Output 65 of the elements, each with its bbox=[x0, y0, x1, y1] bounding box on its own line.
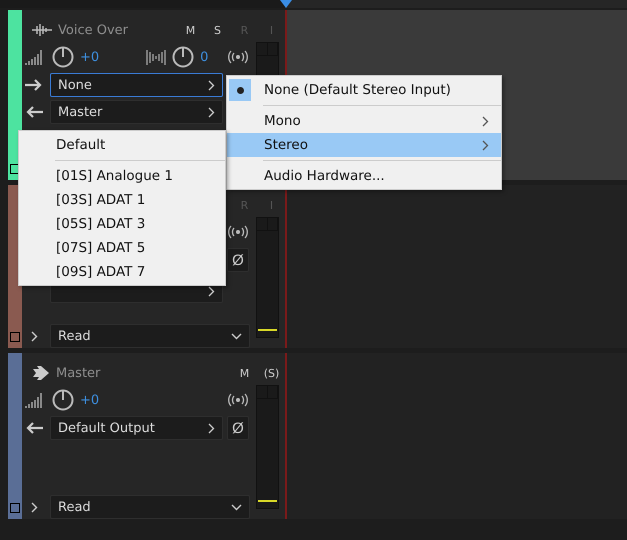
broadcast-icon[interactable] bbox=[228, 50, 248, 64]
knob-icon[interactable] bbox=[52, 389, 74, 411]
automation-dropdown[interactable]: Read bbox=[50, 495, 250, 519]
menu-item-label: [05S] ADAT 3 bbox=[56, 216, 146, 232]
chevron-icon bbox=[208, 80, 215, 90]
volume-icon bbox=[24, 392, 44, 408]
knob-icon[interactable] bbox=[172, 46, 194, 68]
menu-item-label: [09S] ADAT 7 bbox=[56, 264, 146, 280]
chevron-icon bbox=[482, 140, 489, 150]
track-name: Voice Over bbox=[58, 22, 129, 38]
toggle-button[interactable]: S bbox=[204, 24, 231, 36]
pan-icon bbox=[146, 48, 166, 66]
volume-value[interactable]: +0 bbox=[80, 392, 100, 408]
phase-button[interactable]: Ø bbox=[227, 416, 249, 440]
arrow-icon bbox=[32, 365, 50, 381]
playhead-marker-icon[interactable] bbox=[280, 0, 292, 8]
menu-item[interactable]: Audio Hardware... bbox=[227, 164, 501, 188]
menu-item-label: [01S] Analogue 1 bbox=[56, 168, 173, 184]
knob-icon[interactable] bbox=[52, 46, 74, 68]
automation-value: Read bbox=[58, 328, 91, 344]
broadcast-icon[interactable] bbox=[228, 393, 248, 407]
toggle-button[interactable]: (S) bbox=[258, 366, 285, 380]
menu-item[interactable]: Stereo bbox=[227, 133, 501, 157]
toggle-button[interactable]: M bbox=[177, 24, 204, 36]
menu-item[interactable]: Mono bbox=[227, 109, 501, 133]
arrow-left-icon bbox=[25, 422, 43, 434]
chevron-icon bbox=[208, 106, 215, 118]
chevron-icon bbox=[208, 422, 215, 434]
menu-item-label: [03S] ADAT 1 bbox=[56, 192, 146, 208]
menu-item[interactable]: None (Default Stereo Input) bbox=[227, 78, 501, 102]
track-name: Master bbox=[56, 366, 102, 380]
chevron-down-icon bbox=[231, 332, 242, 340]
arrow-left-icon bbox=[25, 106, 43, 118]
menu-item-label: None (Default Stereo Input) bbox=[264, 82, 451, 98]
menu-item[interactable]: [05S] ADAT 3 bbox=[19, 212, 225, 236]
chevron-down-icon bbox=[231, 504, 242, 510]
menu-item[interactable]: Default bbox=[19, 133, 225, 157]
menu-item-label: Audio Hardware... bbox=[264, 168, 385, 184]
pan-value[interactable]: 0 bbox=[200, 50, 208, 64]
arrow-right-icon bbox=[25, 79, 43, 91]
menu-item-label: Stereo bbox=[264, 137, 308, 153]
menu-item[interactable]: [09S] ADAT 7 bbox=[19, 260, 225, 284]
volume-icon bbox=[24, 48, 44, 66]
volume-value[interactable]: +0 bbox=[80, 50, 100, 64]
menu-item-label: [07S] ADAT 5 bbox=[56, 240, 146, 256]
output-value: Master bbox=[58, 104, 102, 120]
input-value: None bbox=[58, 78, 92, 92]
output-dropdown[interactable]: Master bbox=[50, 100, 223, 124]
expand-icon[interactable] bbox=[31, 502, 38, 512]
menu-item-label: Default bbox=[56, 137, 106, 153]
automation-value: Read bbox=[58, 500, 91, 514]
toggle-button[interactable]: M bbox=[231, 366, 258, 380]
menu-item[interactable]: [07S] ADAT 5 bbox=[19, 236, 225, 260]
expand-icon[interactable] bbox=[31, 330, 38, 342]
output-dropdown[interactable]: Default Output bbox=[50, 416, 223, 440]
phase-button[interactable]: Ø bbox=[227, 248, 249, 272]
chevron-icon bbox=[482, 116, 489, 126]
output-value: Default Output bbox=[58, 420, 155, 436]
automation-dropdown[interactable]: Read bbox=[50, 324, 250, 348]
menu-item[interactable]: [01S] Analogue 1 bbox=[19, 164, 225, 188]
input-dropdown[interactable]: None bbox=[50, 73, 223, 97]
waveform-icon bbox=[32, 23, 52, 37]
menu-item[interactable]: [03S] ADAT 1 bbox=[19, 188, 225, 212]
menu-item-label: Mono bbox=[264, 113, 301, 129]
broadcast-icon[interactable] bbox=[228, 225, 248, 239]
